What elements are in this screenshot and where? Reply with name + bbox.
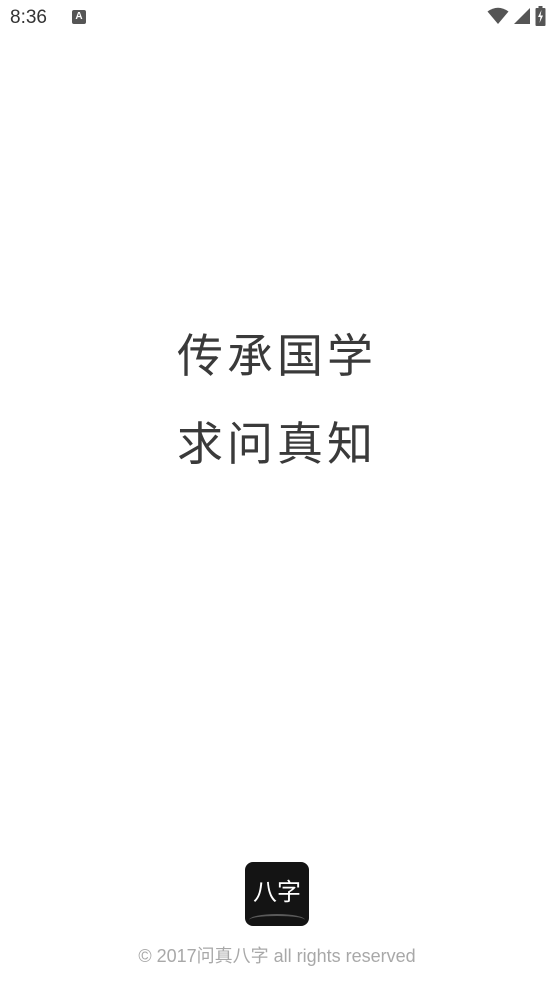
- slogan-line-1: 传承国学: [177, 329, 377, 383]
- slogan-line-2: 求问真知: [177, 417, 377, 471]
- battery-charging-icon: [535, 6, 546, 30]
- system-icons: [487, 6, 546, 30]
- slogan: 传承国学 求问真知: [0, 312, 554, 488]
- status-bar: 8:36 A: [0, 0, 554, 38]
- app-logo-swoosh: [249, 914, 305, 926]
- status-time: 8:36: [10, 7, 47, 28]
- wifi-icon: [487, 7, 509, 29]
- app-logo: 八字: [245, 862, 309, 926]
- splash-screen: 8:36 A 传承国学 求问真知 八字 © 2017问真八字 all right…: [0, 0, 554, 985]
- app-logo-text: 八字: [253, 878, 301, 906]
- signal-icon: [513, 7, 531, 29]
- copyright-text: © 2017问真八字 all rights reserved: [138, 946, 416, 966]
- notification-icon: A: [72, 10, 86, 24]
